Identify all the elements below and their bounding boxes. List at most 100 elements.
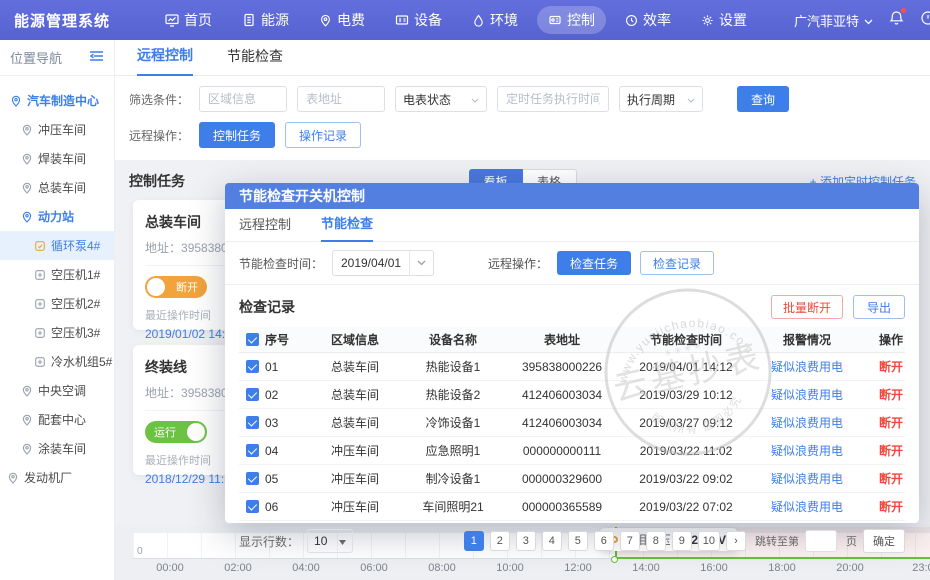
nav-devices[interactable]: 设备 bbox=[384, 6, 453, 34]
alarm-link[interactable]: 疑似浪费用电 bbox=[751, 442, 863, 459]
page-button-5[interactable]: 5 bbox=[568, 531, 588, 551]
table-row: 06 冲压车间 车间照明21 000000365589 2019/03/22 0… bbox=[239, 493, 905, 521]
page-button-6[interactable]: 6 bbox=[594, 531, 614, 551]
chevron-down-icon bbox=[687, 92, 695, 106]
modal-tab-inspection[interactable]: 节能检查 bbox=[321, 213, 373, 242]
page-button-2[interactable]: 2 bbox=[490, 531, 510, 551]
meter-address-input[interactable] bbox=[297, 86, 385, 112]
clock-icon bbox=[625, 14, 638, 27]
tab-energy-inspection[interactable]: 节能检查 bbox=[227, 46, 283, 75]
alarm-link[interactable]: 疑似浪费用电 bbox=[751, 498, 863, 515]
energy-inspection-modal: 节能检查开关机控制 远程控制 节能检查 节能检查时间： 2019/04/01 远… bbox=[225, 183, 919, 523]
disconnect-action[interactable]: 断开 bbox=[863, 358, 905, 375]
meter-icon bbox=[34, 356, 46, 368]
page-button-1[interactable]: 1 bbox=[464, 531, 484, 551]
row-checkbox[interactable] bbox=[246, 360, 259, 373]
tenant-selector[interactable]: 广汽菲亚特 bbox=[794, 11, 873, 30]
location-pin-icon bbox=[21, 124, 33, 136]
tree-item-central-ac[interactable]: 中央空调 bbox=[0, 376, 114, 405]
collapse-sidebar-icon[interactable] bbox=[89, 49, 104, 67]
inspection-time-label: 节能检查时间： bbox=[239, 255, 323, 272]
modal-tab-remote[interactable]: 远程控制 bbox=[239, 214, 291, 241]
tab-remote-control[interactable]: 远程控制 bbox=[137, 45, 193, 76]
page-button-4[interactable]: 4 bbox=[542, 531, 562, 551]
nav-energy[interactable]: 能源 bbox=[231, 6, 300, 34]
row-checkbox[interactable] bbox=[246, 500, 259, 513]
region-input[interactable] bbox=[199, 86, 287, 112]
partial-icon[interactable] bbox=[920, 10, 930, 31]
batch-disconnect-button[interactable]: 批量断开 bbox=[771, 295, 843, 319]
power-toggle-on[interactable]: 运行 bbox=[145, 421, 207, 443]
nav-environment[interactable]: 环境 bbox=[461, 6, 529, 34]
page: 能源管理系统 首页 能源 电费 设备 环境 bbox=[0, 0, 930, 580]
nav-control[interactable]: 控制 bbox=[537, 6, 606, 34]
confirm-jump-button[interactable]: 确定 bbox=[863, 529, 905, 553]
meter-icon bbox=[34, 269, 46, 281]
tree-item-support-center[interactable]: 配套中心 bbox=[0, 405, 114, 434]
check-task-button[interactable]: 检查任务 bbox=[557, 251, 631, 275]
table-header-row: 序号 区域信息 设备名称 表地址 节能检查时间 报警情况 操作 bbox=[239, 327, 905, 353]
nav-home[interactable]: 首页 bbox=[154, 6, 223, 34]
nav-efficiency[interactable]: 效率 bbox=[614, 6, 682, 34]
page-button-10[interactable]: 10 bbox=[698, 531, 720, 551]
alarm-link[interactable]: 疑似浪费用电 bbox=[751, 414, 863, 431]
tree-item-chiller-unit-5[interactable]: 冷水机组5# bbox=[0, 347, 114, 376]
tree-item-air-compressor-3[interactable]: 空压机3# bbox=[0, 318, 114, 347]
alarm-link[interactable]: 疑似浪费用电 bbox=[751, 358, 863, 375]
nav-electricity-fee[interactable]: 电费 bbox=[308, 6, 376, 34]
row-checkbox[interactable] bbox=[246, 444, 259, 457]
location-sidebar: 位置导航 汽车制造中心 冲压车间 焊装车间 总装车间 动力站 bbox=[0, 40, 115, 580]
row-checkbox[interactable] bbox=[246, 416, 259, 429]
tree-item-air-compressor-2[interactable]: 空压机2# bbox=[0, 289, 114, 318]
meter-icon bbox=[34, 327, 46, 339]
power-toggle-off[interactable]: 断开 bbox=[145, 276, 207, 298]
disconnect-action[interactable]: 断开 bbox=[863, 386, 905, 403]
alarm-link[interactable]: 疑似浪费用电 bbox=[751, 386, 863, 403]
tree-item-assembly-shop[interactable]: 总装车间 bbox=[0, 173, 114, 202]
app-title: 能源管理系统 bbox=[0, 10, 124, 31]
inspection-date-select[interactable]: 2019/04/01 bbox=[332, 250, 434, 276]
row-checkbox[interactable] bbox=[246, 388, 259, 401]
tree-item-air-compressor-1[interactable]: 空压机1# bbox=[0, 260, 114, 289]
meter-status-select[interactable]: 电表状态 bbox=[395, 86, 487, 112]
alarm-link[interactable]: 疑似浪费用电 bbox=[751, 470, 863, 487]
tree-item-paint-shop[interactable]: 涂装车间 bbox=[0, 434, 114, 463]
page-button-3[interactable]: 3 bbox=[516, 531, 536, 551]
page-button-9[interactable]: 9 bbox=[672, 531, 692, 551]
tree-item-stamping-shop[interactable]: 冲压车间 bbox=[0, 115, 114, 144]
check-record-button[interactable]: 检查记录 bbox=[640, 251, 714, 275]
period-select[interactable]: 执行周期 bbox=[619, 86, 703, 112]
notifications-button[interactable] bbox=[889, 10, 904, 31]
task-time-input[interactable] bbox=[497, 86, 609, 112]
disconnect-action[interactable]: 断开 bbox=[863, 442, 905, 459]
disconnect-action[interactable]: 断开 bbox=[863, 414, 905, 431]
location-pin-icon bbox=[21, 414, 33, 426]
tree-item-power-station[interactable]: 动力站 bbox=[0, 202, 114, 231]
table-row: 03 总装车间 冷饰设备1 412406003034 2019/03/27 09… bbox=[239, 409, 905, 437]
table-row: 04 冲压车间 应急照明1 000000000111 2019/03/22 11… bbox=[239, 437, 905, 465]
disconnect-action[interactable]: 断开 bbox=[863, 498, 905, 515]
tree-item-welding-shop[interactable]: 焊装车间 bbox=[0, 144, 114, 173]
select-all-checkbox[interactable] bbox=[246, 333, 259, 346]
row-checkbox[interactable] bbox=[246, 472, 259, 485]
tree-item-engine-plant[interactable]: 发动机厂 bbox=[0, 463, 114, 492]
next-page-button[interactable]: › bbox=[726, 531, 746, 551]
jump-page-input[interactable] bbox=[805, 530, 837, 552]
rows-per-page-select[interactable]: 10 bbox=[307, 529, 353, 553]
page-button-7[interactable]: 7 bbox=[620, 531, 640, 551]
modal-tabbar: 远程控制 节能检查 bbox=[225, 209, 919, 242]
control-task-button[interactable]: 控制任务 bbox=[199, 122, 275, 148]
toggle-knob bbox=[187, 423, 205, 441]
tree-item-circulating-pump-4[interactable]: 循环泵4# bbox=[0, 231, 114, 260]
x-axis-labels: 00:00 02:00 04:00 06:00 08:00 10:00 12:0… bbox=[115, 562, 930, 576]
disconnect-action[interactable]: 断开 bbox=[863, 470, 905, 487]
page-button-8[interactable]: 8 bbox=[646, 531, 666, 551]
meter-icon bbox=[34, 240, 46, 252]
operation-record-button[interactable]: 操作记录 bbox=[285, 122, 361, 148]
search-button[interactable]: 查询 bbox=[737, 86, 789, 112]
y-axis-zero-label: 0 bbox=[137, 546, 143, 557]
export-button[interactable]: 导出 bbox=[853, 295, 905, 319]
nav-settings[interactable]: 设置 bbox=[690, 6, 758, 34]
location-pin-icon bbox=[21, 443, 33, 455]
tree-item-factory-center[interactable]: 汽车制造中心 bbox=[0, 86, 114, 115]
